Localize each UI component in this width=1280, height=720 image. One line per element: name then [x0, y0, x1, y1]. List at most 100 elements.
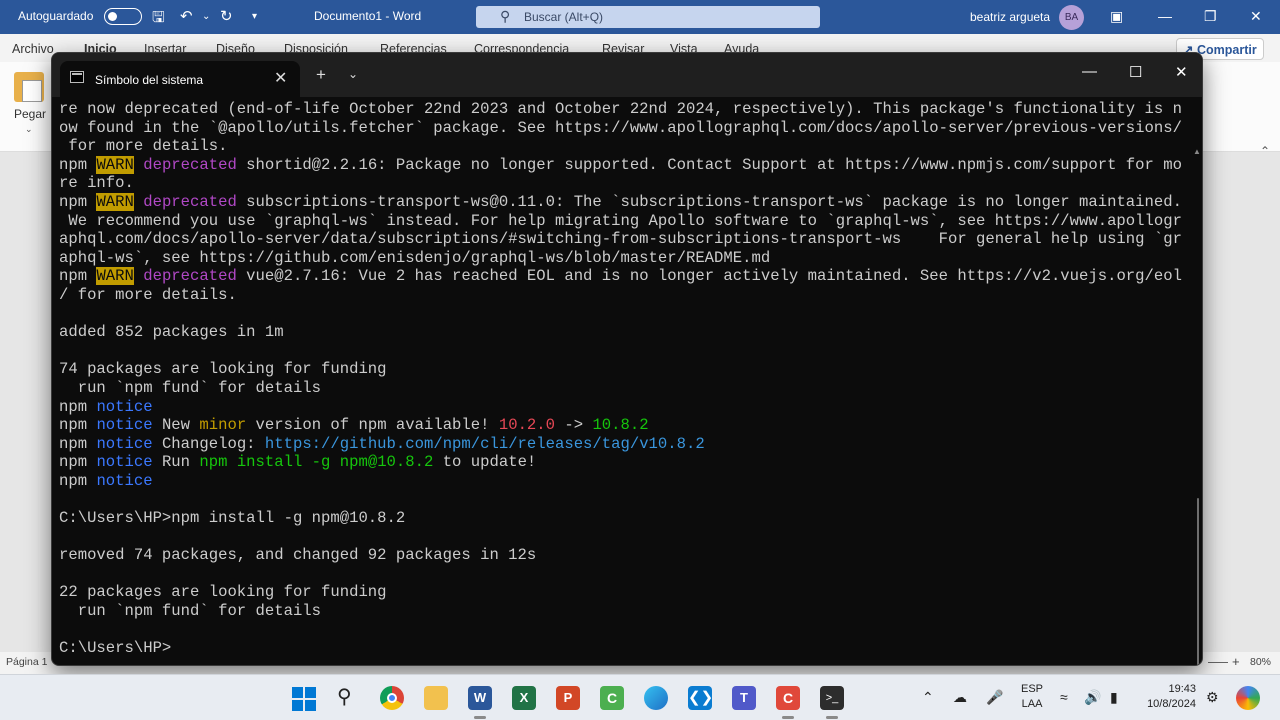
- terminal-line: C:\Users\HP>: [59, 639, 1187, 658]
- paste-label[interactable]: Pegar: [14, 107, 46, 121]
- new-tab-icon[interactable]: +: [316, 65, 326, 85]
- terminal-line: run `npm fund` for details: [59, 602, 1187, 621]
- terminal-icon[interactable]: >_: [820, 686, 844, 719]
- avatar[interactable]: BA: [1059, 5, 1084, 30]
- terminal-close-icon[interactable]: ✕: [1175, 63, 1188, 81]
- terminal-text: npm install -g npm@10.8.2: [199, 453, 434, 472]
- search-icon: ⚲: [500, 8, 511, 24]
- terminal-text: ->: [555, 416, 593, 435]
- terminal-text: npm: [59, 155, 97, 174]
- powerpoint-icon[interactable]: P: [556, 686, 580, 710]
- undo-icon[interactable]: ↶: [180, 7, 193, 25]
- terminal-output[interactable]: re now deprecated (end-of-life October 2…: [59, 97, 1187, 665]
- terminal-text: for more details.: [59, 137, 228, 156]
- terminal-text: minor: [199, 416, 247, 435]
- terminal-line: We recommend you use `graphql-ws` instea…: [59, 212, 1187, 231]
- paste-dropdown-icon[interactable]: ⌄: [25, 124, 33, 135]
- excel-icon[interactable]: X: [512, 686, 536, 710]
- terminal-text: npm: [59, 192, 97, 211]
- terminal-text: vue@2.7.16: Vue 2 has reached EOL and is…: [236, 267, 1182, 286]
- terminal-line: C:\Users\HP>npm install -g npm@10.8.2: [59, 509, 1187, 528]
- terminal-line: npm notice Changelog: https://github.com…: [59, 435, 1187, 454]
- paste-icon[interactable]: [14, 72, 44, 102]
- terminal-minimize-icon[interactable]: —: [1082, 63, 1097, 80]
- terminal-tab[interactable]: Símbolo del sistema ✕: [60, 61, 300, 97]
- terminal-window: Símbolo del sistema ✕ + ⌄ — ☐ ✕ re now d…: [51, 52, 1203, 666]
- terminal-text: npm: [59, 471, 97, 490]
- tab-archivo[interactable]: Archivo: [12, 42, 54, 56]
- camtasia-icon[interactable]: C: [600, 686, 624, 710]
- save-icon[interactable]: 🖫: [152, 7, 165, 32]
- share-label: Compartir: [1196, 43, 1257, 57]
- terminal-text: subscriptions-transport-ws@0.11.0: The `…: [236, 192, 1182, 211]
- zoom-in-icon[interactable]: +: [1232, 654, 1240, 669]
- minimize-icon[interactable]: —: [1158, 8, 1172, 24]
- search-icon[interactable]: ⚲: [337, 684, 352, 709]
- recorder-icon[interactable]: C: [776, 686, 800, 719]
- terminal-line: 22 packages are looking for funding: [59, 583, 1187, 602]
- terminal-line: / for more details.: [59, 286, 1187, 305]
- battery-icon[interactable]: ▮: [1110, 689, 1118, 706]
- terminal-text: deprecated: [143, 192, 237, 211]
- scroll-up-icon[interactable]: ▲: [1193, 147, 1201, 156]
- show-hidden-icons-icon[interactable]: ⌃: [922, 689, 934, 706]
- ribbon-display-icon[interactable]: ▣: [1110, 8, 1123, 25]
- terminal-text: shortid@2.2.16: Package no longer suppor…: [236, 155, 1182, 174]
- terminal-text: Run: [152, 453, 200, 472]
- taskbar: ⚲ W X P C ❮❯ T C >_ ⌃ ☁ 🎤 ESP LAA ≈ 🔊 ▮ …: [0, 674, 1280, 720]
- language-indicator[interactable]: ESP LAA: [1021, 682, 1043, 712]
- wifi-icon[interactable]: ≈: [1060, 689, 1068, 705]
- copilot-icon[interactable]: [1236, 686, 1260, 710]
- terminal-text: notice: [96, 471, 153, 490]
- terminal-maximize-icon[interactable]: ☐: [1129, 63, 1142, 81]
- clock-time: 19:43: [1168, 683, 1196, 695]
- terminal-text: 10.2.0: [498, 416, 556, 435]
- zoom-level[interactable]: 80%: [1250, 656, 1271, 668]
- terminal-line: aphql.com/docs/apollo-server/data/subscr…: [59, 230, 1187, 249]
- redo-icon[interactable]: ↻: [220, 7, 233, 25]
- clock[interactable]: 19:43 10/8/2024: [1140, 682, 1196, 712]
- undo-dropdown-icon[interactable]: ⌄: [202, 11, 210, 22]
- page-indicator[interactable]: Página 1: [6, 656, 47, 668]
- terminal-text: re info.: [59, 174, 134, 193]
- chrome-icon[interactable]: [380, 686, 404, 710]
- terminal-text: We recommend you use `graphql-ws` instea…: [59, 211, 1182, 230]
- terminal-line: npm WARN deprecated shortid@2.2.16: Pack…: [59, 155, 1187, 175]
- zoom-slider[interactable]: [1208, 662, 1228, 663]
- folder-icon[interactable]: [424, 686, 448, 710]
- autosave-toggle[interactable]: [104, 8, 142, 25]
- windows-start-icon[interactable]: [292, 687, 316, 711]
- word-icon[interactable]: W: [468, 686, 492, 719]
- terminal-line: aphql-ws`, see https://github.com/enisde…: [59, 249, 1187, 268]
- terminal-text: npm: [59, 267, 97, 286]
- terminal-text: re now deprecated (end-of-life October 2…: [59, 100, 1182, 118]
- restore-icon[interactable]: ❐: [1204, 8, 1217, 25]
- terminal-text: 22 packages are looking for funding: [59, 583, 387, 602]
- terminal-text: deprecated: [143, 267, 237, 286]
- onedrive-icon[interactable]: ☁: [953, 689, 967, 706]
- cmd-icon: [70, 71, 84, 83]
- volume-icon[interactable]: 🔊: [1084, 689, 1101, 706]
- vscode-icon[interactable]: ❮❯: [688, 686, 713, 710]
- teams-icon[interactable]: T: [732, 686, 756, 710]
- terminal-line: re now deprecated (end-of-life October 2…: [59, 100, 1187, 119]
- terminal-text: C:\Users\HP>npm install -g npm@10.8.2: [59, 509, 406, 528]
- edge-icon[interactable]: [644, 686, 668, 710]
- close-icon[interactable]: ✕: [1250, 8, 1262, 25]
- terminal-line: npm WARN deprecated subscriptions-transp…: [59, 192, 1187, 212]
- notifications-icon[interactable]: ⚙: [1206, 689, 1219, 706]
- tab-dropdown-icon[interactable]: ⌄: [348, 67, 358, 81]
- customize-qat-icon[interactable]: ▾: [252, 11, 257, 22]
- terminal-scrollbar[interactable]: [1197, 498, 1199, 665]
- word-search-input[interactable]: ⚲ Buscar (Alt+Q): [476, 6, 820, 28]
- microphone-icon[interactable]: 🎤: [986, 689, 1003, 706]
- terminal-line: npm notice: [59, 472, 1187, 491]
- tab-close-icon[interactable]: ✕: [274, 68, 287, 88]
- lang-bottom: LAA: [1021, 698, 1043, 710]
